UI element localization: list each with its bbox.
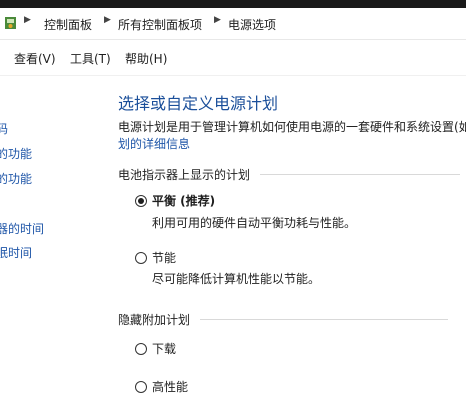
chevron-right-icon[interactable]: ▶ xyxy=(214,15,221,25)
plan-balanced-name[interactable]: 平衡 (推荐) xyxy=(152,192,215,209)
menu-bar: 查看(V) 工具(T) 帮助(H) xyxy=(0,40,466,76)
divider xyxy=(200,319,449,320)
window-top-edge xyxy=(0,0,466,8)
plan-high-performance-radio[interactable] xyxy=(135,381,147,393)
battery-plans-group-header: 电池指示器上显示的计划 xyxy=(118,166,461,183)
hidden-plans-group-header[interactable]: 隐藏附加计划 xyxy=(118,311,449,328)
plan-power-saver-radio[interactable] xyxy=(135,252,147,264)
page-title: 选择或自定义电源计划 xyxy=(118,94,279,113)
chevron-right-icon: ▶ xyxy=(24,15,31,25)
plan-download-radio[interactable] xyxy=(135,343,147,355)
plan-balanced-radio[interactable] xyxy=(135,195,147,207)
page-description: 电源计划是用于管理计算机如何使用电源的一套硬件和系统设置(如 xyxy=(118,120,466,134)
address-bar[interactable]: ▶ 控制面板 ▶ 所有控制面板项 ▶ 电源选项 xyxy=(0,8,466,40)
plan-power-saver-desc: 尽可能降低计算机性能以节能。 xyxy=(152,272,321,286)
menu-view[interactable]: 查看(V) xyxy=(14,50,56,67)
menu-tools[interactable]: 工具(T) xyxy=(70,50,111,67)
divider xyxy=(260,174,461,175)
group-title: 隐藏附加计划 xyxy=(118,313,191,327)
plan-balanced-desc: 利用可用的硬件自动平衡功耗与性能。 xyxy=(152,216,357,230)
breadcrumb-power-options[interactable]: 电源选项 xyxy=(228,16,276,33)
plan-download-name[interactable]: 下载 xyxy=(152,340,176,357)
group-title: 电池指示器上显示的计划 xyxy=(118,168,251,182)
plan-details-link[interactable]: 划的详细信息 xyxy=(118,135,190,152)
breadcrumb-all-items[interactable]: 所有控制面板项 xyxy=(118,16,202,33)
menu-help[interactable]: 帮助(H) xyxy=(125,50,167,67)
plan-high-performance-name[interactable]: 高性能 xyxy=(152,378,188,395)
control-panel-icon xyxy=(5,17,16,29)
main-content: 选择或自定义电源计划 电源计划是用于管理计算机如何使用电源的一套硬件和系统设置(… xyxy=(0,75,466,398)
chevron-right-icon[interactable]: ▶ xyxy=(104,15,111,25)
plan-power-saver-name[interactable]: 节能 xyxy=(152,249,176,266)
breadcrumb-control-panel[interactable]: 控制面板 xyxy=(44,16,92,33)
